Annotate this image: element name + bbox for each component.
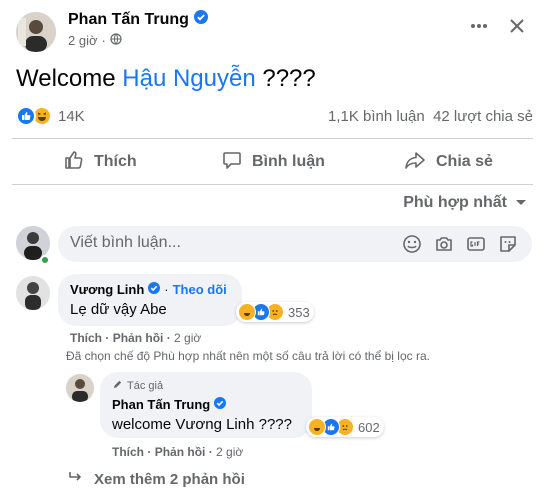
online-status-dot [40, 255, 50, 265]
post-author-name[interactable]: Phan Tấn Trung [68, 10, 208, 29]
reply-like-link[interactable]: Thích [112, 445, 144, 459]
reply-header: Phan Tấn Trung [112, 397, 227, 412]
comment-count[interactable]: 1,1K bình luận [328, 108, 425, 125]
divider-top [12, 138, 533, 139]
verified-badge-icon [193, 10, 208, 29]
post-time[interactable]: 2 giờ [68, 33, 98, 48]
sort-label: Phù hợp nhất [403, 194, 507, 211]
share-button[interactable]: Chia sẻ [404, 150, 493, 174]
share-label: Chia sẻ [436, 153, 493, 170]
comment-reply-link[interactable]: Phản hồi [113, 331, 164, 345]
reply-reaction-count: 602 [358, 419, 380, 435]
commenter-name[interactable]: Vương Linh [70, 282, 144, 297]
reply-text: welcome Vương Linh ???? [112, 416, 292, 433]
comment-bubble-icon [222, 150, 242, 175]
comment-like-link[interactable]: Thích [70, 331, 102, 345]
reaction-count[interactable]: 14K [58, 108, 85, 125]
post-meta: 2 giờ · [68, 33, 122, 48]
commenter-avatar[interactable] [16, 276, 50, 310]
post-text: Welcome Hậu Nguyễn ???? [16, 65, 316, 93]
post-text-prefix: Welcome [16, 65, 123, 92]
reply-time[interactable]: 2 giờ [216, 445, 243, 459]
reply-author-avatar[interactable] [66, 374, 94, 402]
reply-reactions[interactable]: 602 [306, 417, 384, 437]
like-reaction-icon [16, 106, 36, 126]
share-count[interactable]: 42 lượt chia sẻ [433, 108, 533, 125]
view-more-replies-label: Xem thêm 2 phản hồi [94, 470, 245, 488]
haha-reaction-icon [308, 418, 326, 436]
pen-icon [112, 379, 123, 393]
share-arrow-icon [404, 150, 426, 175]
comment-reaction-count: 353 [288, 304, 310, 320]
author-tag-label: Tác giả [127, 380, 164, 392]
comment-time[interactable]: 2 giờ [174, 331, 201, 345]
view-more-replies[interactable]: Xem thêm 2 phản hồi [68, 470, 245, 488]
gif-icon[interactable] [466, 234, 486, 259]
haha-reaction-icon [238, 303, 256, 321]
filter-note: Đã chọn chế độ Phù hợp nhất nên một số c… [66, 349, 430, 363]
more-options-icon[interactable] [469, 16, 489, 41]
reply-author-name[interactable]: Phan Tấn Trung [112, 397, 210, 412]
like-label: Thích [94, 153, 137, 170]
post-author-label[interactable]: Phan Tấn Trung [68, 11, 189, 29]
comment-bubble: Vương Linh · Theo dõi Lẹ dữ vậy Abe [58, 274, 242, 326]
comment-button[interactable]: Bình luận [222, 150, 325, 174]
caret-down-icon [515, 194, 527, 212]
camera-icon[interactable] [434, 234, 454, 259]
mention-link[interactable]: Hậu Nguyễn [122, 65, 255, 92]
verified-badge-icon [148, 282, 161, 297]
close-icon[interactable] [507, 16, 527, 41]
post-stats: 1,1K bình luận 42 lượt chia sẻ [328, 108, 533, 125]
follow-link[interactable]: Theo dõi [173, 282, 227, 297]
emoji-icon[interactable] [402, 234, 422, 259]
like-button[interactable]: Thích [64, 150, 137, 174]
thumbs-up-icon [64, 150, 84, 175]
comment-header: Vương Linh · Theo dõi [70, 282, 227, 297]
verified-badge-icon [214, 397, 227, 412]
reply-arrow-icon [68, 470, 84, 488]
comment-input[interactable] [70, 234, 390, 252]
reply-reply-link[interactable]: Phản hồi [155, 445, 206, 459]
author-tag: Tác giả [112, 379, 163, 393]
comment-actions: Thích · Phản hồi · 2 giờ [70, 331, 202, 345]
comment-reactions[interactable]: 353 [236, 302, 314, 322]
globe-icon [110, 33, 122, 48]
reactions-summary[interactable]: 14K [16, 106, 85, 126]
comment-label: Bình luận [252, 153, 325, 170]
sticker-icon[interactable] [498, 234, 518, 259]
reply-actions: Thích · Phản hồi · 2 giờ [112, 445, 244, 459]
author-avatar[interactable] [16, 12, 56, 52]
divider-bottom [12, 184, 533, 185]
comment-text: Lẹ dữ vậy Abe [70, 301, 167, 318]
reply-bubble: Tác giả Phan Tấn Trung welcome Vương Lin… [100, 372, 312, 438]
composer-icons [402, 234, 518, 259]
comment-composer[interactable] [58, 226, 532, 262]
post-text-suffix: ???? [255, 65, 316, 92]
sort-dropdown[interactable]: Phù hợp nhất [403, 194, 527, 212]
